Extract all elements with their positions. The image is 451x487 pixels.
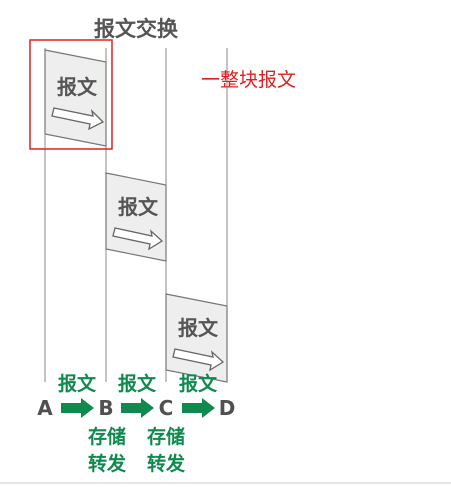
- node-a: A: [37, 396, 53, 420]
- node-b: B: [98, 396, 113, 420]
- hop-label-ab: 报文: [58, 372, 97, 395]
- green-arrow-icon: [61, 398, 94, 418]
- forward-label-c: 转发: [147, 452, 186, 475]
- message-packet-3: 报文: [165, 293, 228, 383]
- hop-label-cd: 报文: [179, 372, 218, 395]
- message-switching-diagram: 报文交换 报文 一整块报文 报文 报文 报文 报文 报文 A B C D 存储 …: [29, 17, 296, 475]
- forward-label-b: 转发: [88, 452, 127, 475]
- annotation-label: 一整块报文: [201, 69, 296, 91]
- packet-label: 报文: [178, 316, 219, 340]
- node-c: C: [159, 396, 174, 420]
- packet-label: 报文: [118, 195, 159, 219]
- green-arrow-icon: [182, 398, 215, 418]
- hop-label-bc: 报文: [118, 372, 157, 395]
- message-packet-1: 报文: [44, 49, 107, 147]
- store-forward-labels: 存储 转发 存储 转发: [88, 425, 186, 475]
- bottom-divider: [0, 482, 451, 484]
- green-arrow-icon: [121, 398, 154, 418]
- packet-label: 报文: [57, 75, 98, 99]
- node-row: A B C D: [37, 396, 235, 420]
- hop-labels: 报文 报文 报文: [58, 372, 218, 395]
- node-d: D: [219, 396, 236, 420]
- store-label-b: 存储: [88, 425, 126, 448]
- diagram-title: 报文交换: [94, 17, 179, 41]
- message-packet-2: 报文: [105, 172, 167, 262]
- store-label-c: 存储: [147, 425, 185, 448]
